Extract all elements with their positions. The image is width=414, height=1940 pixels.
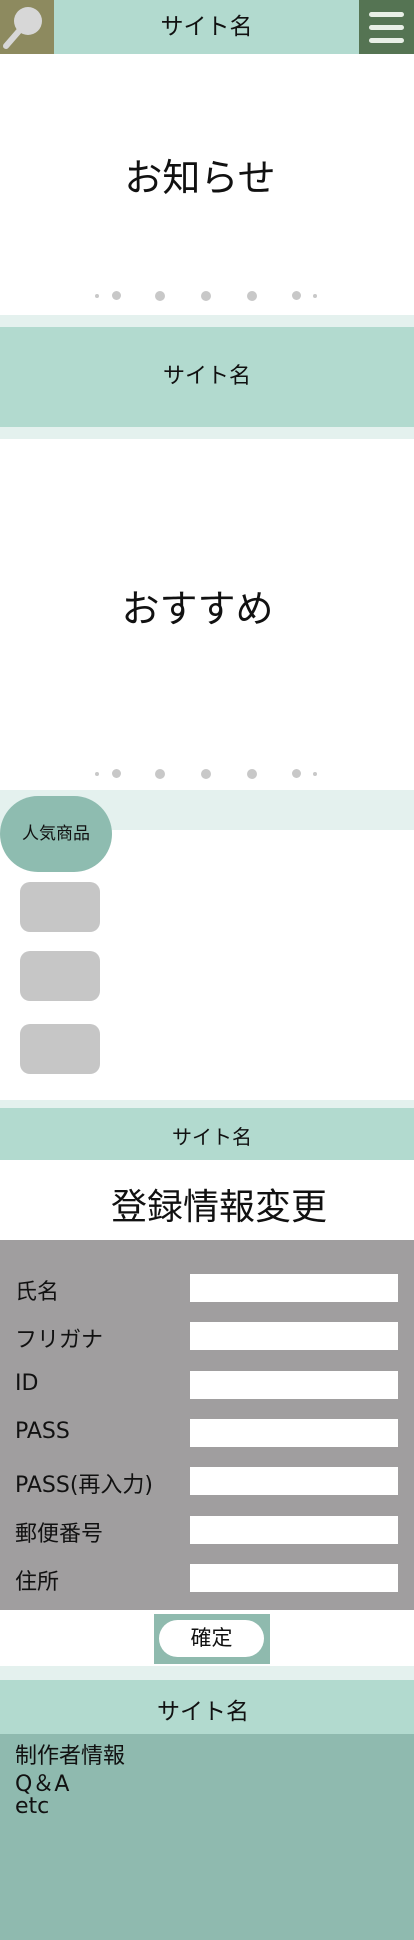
- menu-button[interactable]: [359, 0, 414, 54]
- banner-bottom-strip: [0, 427, 414, 439]
- popular-items-label: 人気商品: [22, 824, 90, 844]
- id-input[interactable]: [190, 1371, 398, 1399]
- furigana-label: フリガナ: [15, 1328, 104, 1353]
- recommend-slide-title: おすすめ: [121, 587, 274, 631]
- slider-dot[interactable]: [313, 294, 317, 298]
- slider-dot[interactable]: [95, 772, 99, 776]
- registration-heading: 登録情報変更: [110, 1187, 327, 1228]
- banner-2-title: サイト名: [172, 1125, 252, 1149]
- name-input[interactable]: [190, 1274, 398, 1302]
- password-input[interactable]: [190, 1419, 398, 1447]
- search-button[interactable]: [0, 0, 54, 54]
- password-confirm-input[interactable]: [190, 1467, 398, 1495]
- slider-dot[interactable]: [201, 291, 211, 301]
- popular-item-thumbnail[interactable]: [20, 882, 100, 932]
- postal-code-label: 郵便番号: [15, 1522, 104, 1547]
- banner-top-strip: [0, 315, 414, 327]
- slider-dot[interactable]: [95, 294, 99, 298]
- banner-2-top-strip: [0, 1100, 414, 1108]
- footer-link-etc[interactable]: etc: [15, 1794, 49, 1819]
- address-label: 住所: [15, 1570, 60, 1595]
- id-label: ID: [15, 1371, 39, 1396]
- slider-dot[interactable]: [247, 291, 257, 301]
- slider-dot[interactable]: [247, 769, 257, 779]
- footer-top-strip: [0, 1666, 414, 1680]
- news-slider-dots: [90, 289, 330, 303]
- slider-dot[interactable]: [292, 769, 301, 778]
- slider-dot[interactable]: [155, 769, 165, 779]
- password-label: PASS: [15, 1419, 70, 1444]
- slider-dot[interactable]: [292, 291, 301, 300]
- furigana-input[interactable]: [190, 1322, 398, 1350]
- news-slide-title: お知らせ: [124, 156, 276, 200]
- slider-dot[interactable]: [155, 291, 165, 301]
- slider-dot[interactable]: [201, 769, 211, 779]
- recommend-slider-dots: [90, 767, 330, 781]
- slider-dot[interactable]: [112, 769, 121, 778]
- postal-code-input[interactable]: [190, 1516, 398, 1544]
- banner-1-title: サイト名: [162, 364, 251, 389]
- footer-site-title: サイト名: [157, 1699, 249, 1725]
- site-title[interactable]: サイト名: [54, 0, 359, 54]
- name-label: 氏名: [15, 1280, 60, 1305]
- popular-item-thumbnail[interactable]: [20, 951, 100, 1001]
- search-icon: [3, 7, 42, 49]
- popular-item-thumbnail[interactable]: [20, 1024, 100, 1074]
- slider-dot[interactable]: [112, 291, 121, 300]
- address-input[interactable]: [190, 1564, 398, 1592]
- password-confirm-label: PASS(再入力): [15, 1473, 154, 1498]
- slider-dot[interactable]: [313, 772, 317, 776]
- confirm-button[interactable]: 確定: [159, 1620, 264, 1657]
